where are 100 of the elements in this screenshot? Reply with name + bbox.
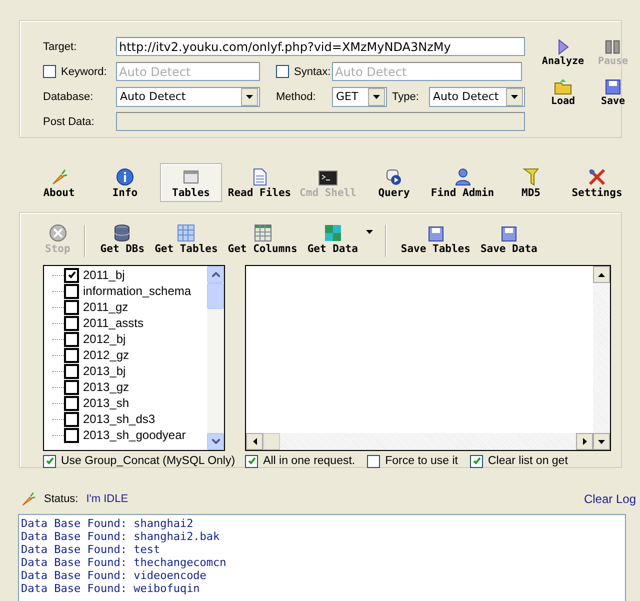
tab[interactable]: Tables [160, 163, 222, 202]
checkbox[interactable] [276, 65, 289, 78]
checkmark-icon [46, 457, 54, 465]
checkbox[interactable] [64, 364, 79, 378]
left-arrow-icon [252, 438, 257, 445]
checkbox[interactable] [64, 380, 79, 394]
scroll-thumb[interactable] [263, 433, 280, 450]
tree-item[interactable]: 2012_gz [83, 348, 130, 362]
checkbox[interactable] [64, 268, 79, 282]
tree-item[interactable]: 2011_gz [83, 300, 128, 314]
checkmark-icon [248, 457, 256, 465]
tab[interactable]: Info [94, 163, 156, 202]
checkbox-label: All in one request. [263, 455, 356, 467]
syntax-field[interactable]: Auto Detect [332, 62, 522, 81]
down-arrow-icon [598, 440, 605, 444]
tab[interactable]: MD5 [500, 163, 562, 202]
tree-item[interactable]: 2013_gz [83, 380, 130, 394]
checkbox[interactable] [64, 300, 79, 314]
field-label: Type: [392, 90, 420, 102]
checkbox[interactable] [43, 454, 56, 468]
checkbox[interactable] [64, 412, 79, 426]
tree-item[interactable]: 2013_sh [83, 396, 130, 410]
field-label: Post Data: [43, 116, 96, 128]
checkbox[interactable] [470, 454, 483, 468]
type-dropdown[interactable]: Auto Detect [429, 86, 525, 106]
checkbox[interactable] [64, 348, 79, 362]
toolbar-button[interactable]: Get Data [305, 224, 360, 257]
document-icon [252, 168, 268, 186]
tab[interactable]: Read Files [226, 163, 293, 202]
checkbox[interactable] [64, 284, 79, 298]
tree-item[interactable]: 2011_bj [83, 268, 125, 282]
keyword-field[interactable]: Auto Detect [116, 62, 260, 81]
funnel-icon [523, 168, 539, 186]
checkbox[interactable] [64, 396, 79, 410]
field-label: Method: [276, 90, 317, 102]
checkbox[interactable] [245, 454, 258, 468]
log-line: Data Base Found: test [21, 543, 162, 556]
tree-item[interactable]: 2013_bj [83, 364, 126, 378]
folder-icon [554, 79, 572, 95]
target-field[interactable]: http://itv2.youku.com/onlyf.php?vid=XMzMyNDA3NzMy [116, 37, 525, 56]
status-text: I'm IDLE [86, 493, 128, 505]
toolbar-button[interactable]: Get Tables [152, 224, 220, 257]
checkbox[interactable] [64, 316, 79, 330]
tab[interactable]: Query [363, 163, 425, 202]
up-arrow-icon [598, 272, 605, 276]
tree-item[interactable]: 2012_bj [83, 332, 126, 346]
data-grid-icon [324, 224, 342, 242]
log-line: Data Base Found: weibofuqin [21, 582, 201, 595]
toolbar-button[interactable]: Save Data [478, 226, 540, 257]
terminal-icon [318, 170, 338, 186]
tree-item[interactable]: information_schema [83, 284, 192, 298]
checkbox[interactable] [43, 65, 56, 78]
status-label: Status: [44, 493, 78, 505]
pause-icon [605, 39, 621, 55]
checkbox-label: Keyword: [61, 66, 107, 78]
scrollbar[interactable] [207, 266, 224, 450]
action-button[interactable]: Load [535, 79, 591, 107]
database-icon [114, 224, 130, 242]
scroll-thumb[interactable] [207, 283, 224, 309]
toolbar-button[interactable]: Get Columns [226, 224, 300, 257]
right-arrow-icon [582, 438, 586, 445]
caret-icon [366, 230, 373, 234]
caret-icon [246, 94, 253, 98]
checkbox-label: Clear list on get [488, 455, 568, 467]
method-dropdown[interactable]: GET [332, 86, 387, 106]
stop-icon [48, 224, 67, 242]
checkbox[interactable] [64, 332, 79, 346]
action-button[interactable]: Save [591, 79, 635, 107]
tab[interactable]: Settings [566, 163, 628, 202]
grid-icon [177, 224, 196, 242]
query-icon [385, 168, 403, 186]
log-line: Data Base Found: shanghai2 [21, 517, 194, 530]
field-label: Target: [43, 40, 78, 52]
tree-item[interactable]: 2011_assts [83, 316, 144, 330]
table-icon [182, 168, 200, 186]
scrollbar[interactable] [593, 266, 610, 450]
caret-icon [373, 94, 380, 98]
tools-icon [588, 168, 606, 186]
log-line: Data Base Found: shanghai2.bak [21, 530, 221, 543]
toolbar-button[interactable]: Save Tables [398, 226, 472, 257]
toolbar-button[interactable]: Get DBs [98, 224, 147, 257]
log-line: Data Base Found: videoencode [21, 569, 208, 582]
checkbox[interactable] [64, 428, 79, 442]
action-button[interactable]: Analyze [535, 39, 591, 67]
person-icon [454, 168, 472, 186]
checkmark-icon [472, 457, 480, 465]
tab[interactable]: About [28, 163, 90, 202]
tab[interactable]: Find Admin [429, 163, 496, 202]
info-icon [116, 168, 134, 186]
checkbox[interactable] [367, 454, 380, 468]
play-icon [557, 39, 569, 55]
field-label: Database: [43, 90, 94, 102]
checkmark-icon [68, 271, 76, 279]
scrollbar[interactable] [246, 433, 593, 450]
checkbox-label: Force to use it [385, 455, 458, 467]
tree-item[interactable]: 2013_sh_goodyear [83, 428, 186, 442]
database-dropdown[interactable]: Auto Detect [116, 86, 260, 106]
checkbox-label: Syntax: [294, 66, 331, 78]
clear-log-link[interactable]: Clear Log [584, 492, 636, 506]
tree-item[interactable]: 2013_sh_ds3 [83, 412, 156, 426]
